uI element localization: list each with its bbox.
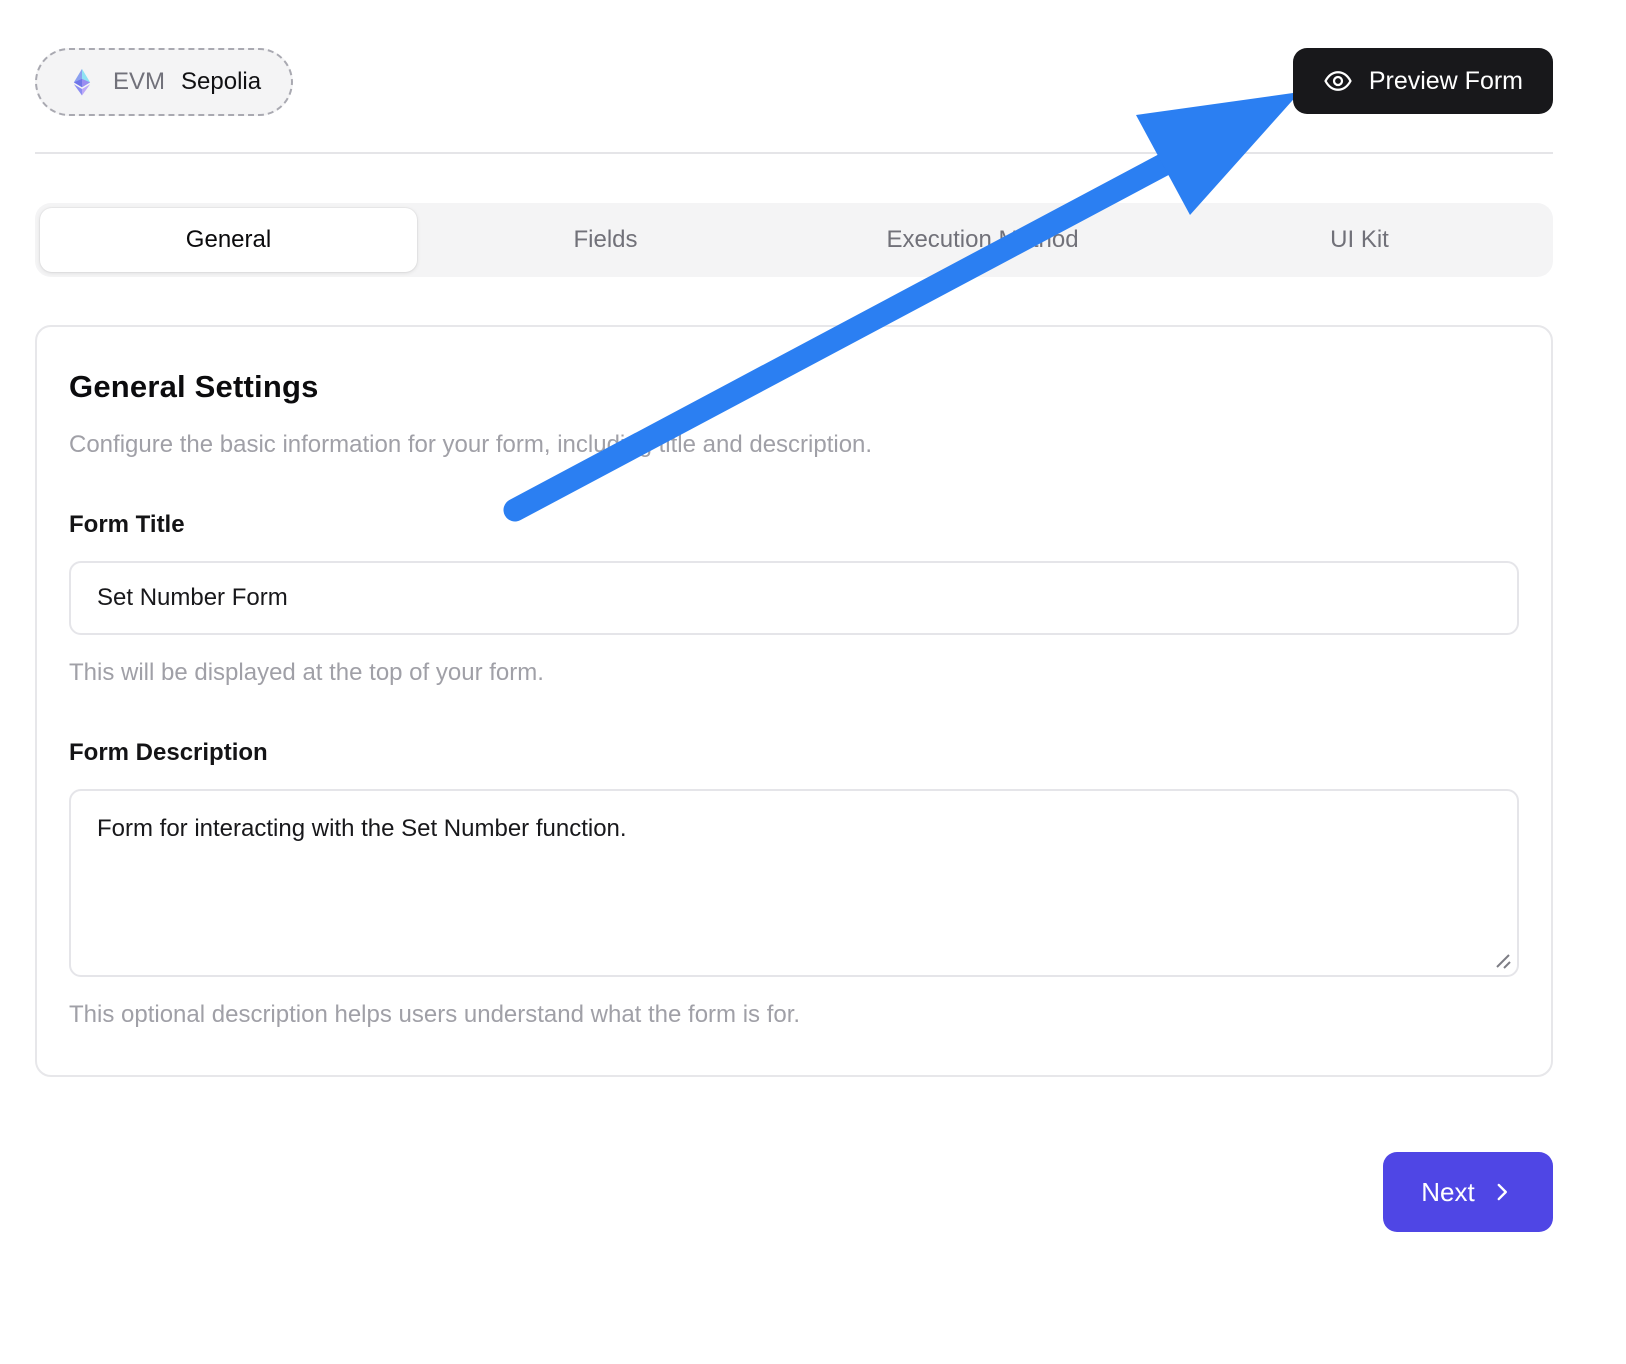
form-description-wrapper: Form for interacting with the Set Number… — [69, 789, 1519, 977]
header-divider — [35, 152, 1553, 154]
form-title-helper: This will be displayed at the top of you… — [69, 659, 1519, 687]
tab-bar: General Fields Execution Method UI Kit — [35, 203, 1553, 277]
form-title-input[interactable] — [69, 561, 1519, 635]
form-title-label: Form Title — [69, 511, 1519, 539]
next-button[interactable]: Next — [1383, 1152, 1553, 1232]
preview-form-button[interactable]: Preview Form — [1293, 48, 1553, 114]
tab-ui-kit[interactable]: UI Kit — [1171, 208, 1548, 272]
network-badge-platform: EVM — [113, 68, 165, 96]
eye-icon — [1323, 66, 1353, 96]
form-description-helper: This optional description helps users un… — [69, 1001, 1519, 1029]
chevron-right-icon — [1489, 1179, 1515, 1205]
tab-fields[interactable]: Fields — [417, 208, 794, 272]
ethereum-logo-icon — [67, 67, 97, 97]
network-badge-name: Sepolia — [181, 68, 261, 96]
card-title: General Settings — [69, 369, 1519, 405]
network-badge[interactable]: EVM Sepolia — [35, 48, 293, 116]
tab-general[interactable]: General — [40, 208, 417, 272]
general-settings-card: General Settings Configure the basic inf… — [35, 325, 1553, 1077]
card-subtitle: Configure the basic information for your… — [69, 431, 1519, 459]
tab-execution-method[interactable]: Execution Method — [794, 208, 1171, 272]
form-description-label: Form Description — [69, 739, 1519, 767]
next-button-label: Next — [1421, 1177, 1474, 1208]
preview-form-label: Preview Form — [1369, 67, 1523, 96]
form-description-textarea[interactable]: Form for interacting with the Set Number… — [69, 789, 1519, 977]
